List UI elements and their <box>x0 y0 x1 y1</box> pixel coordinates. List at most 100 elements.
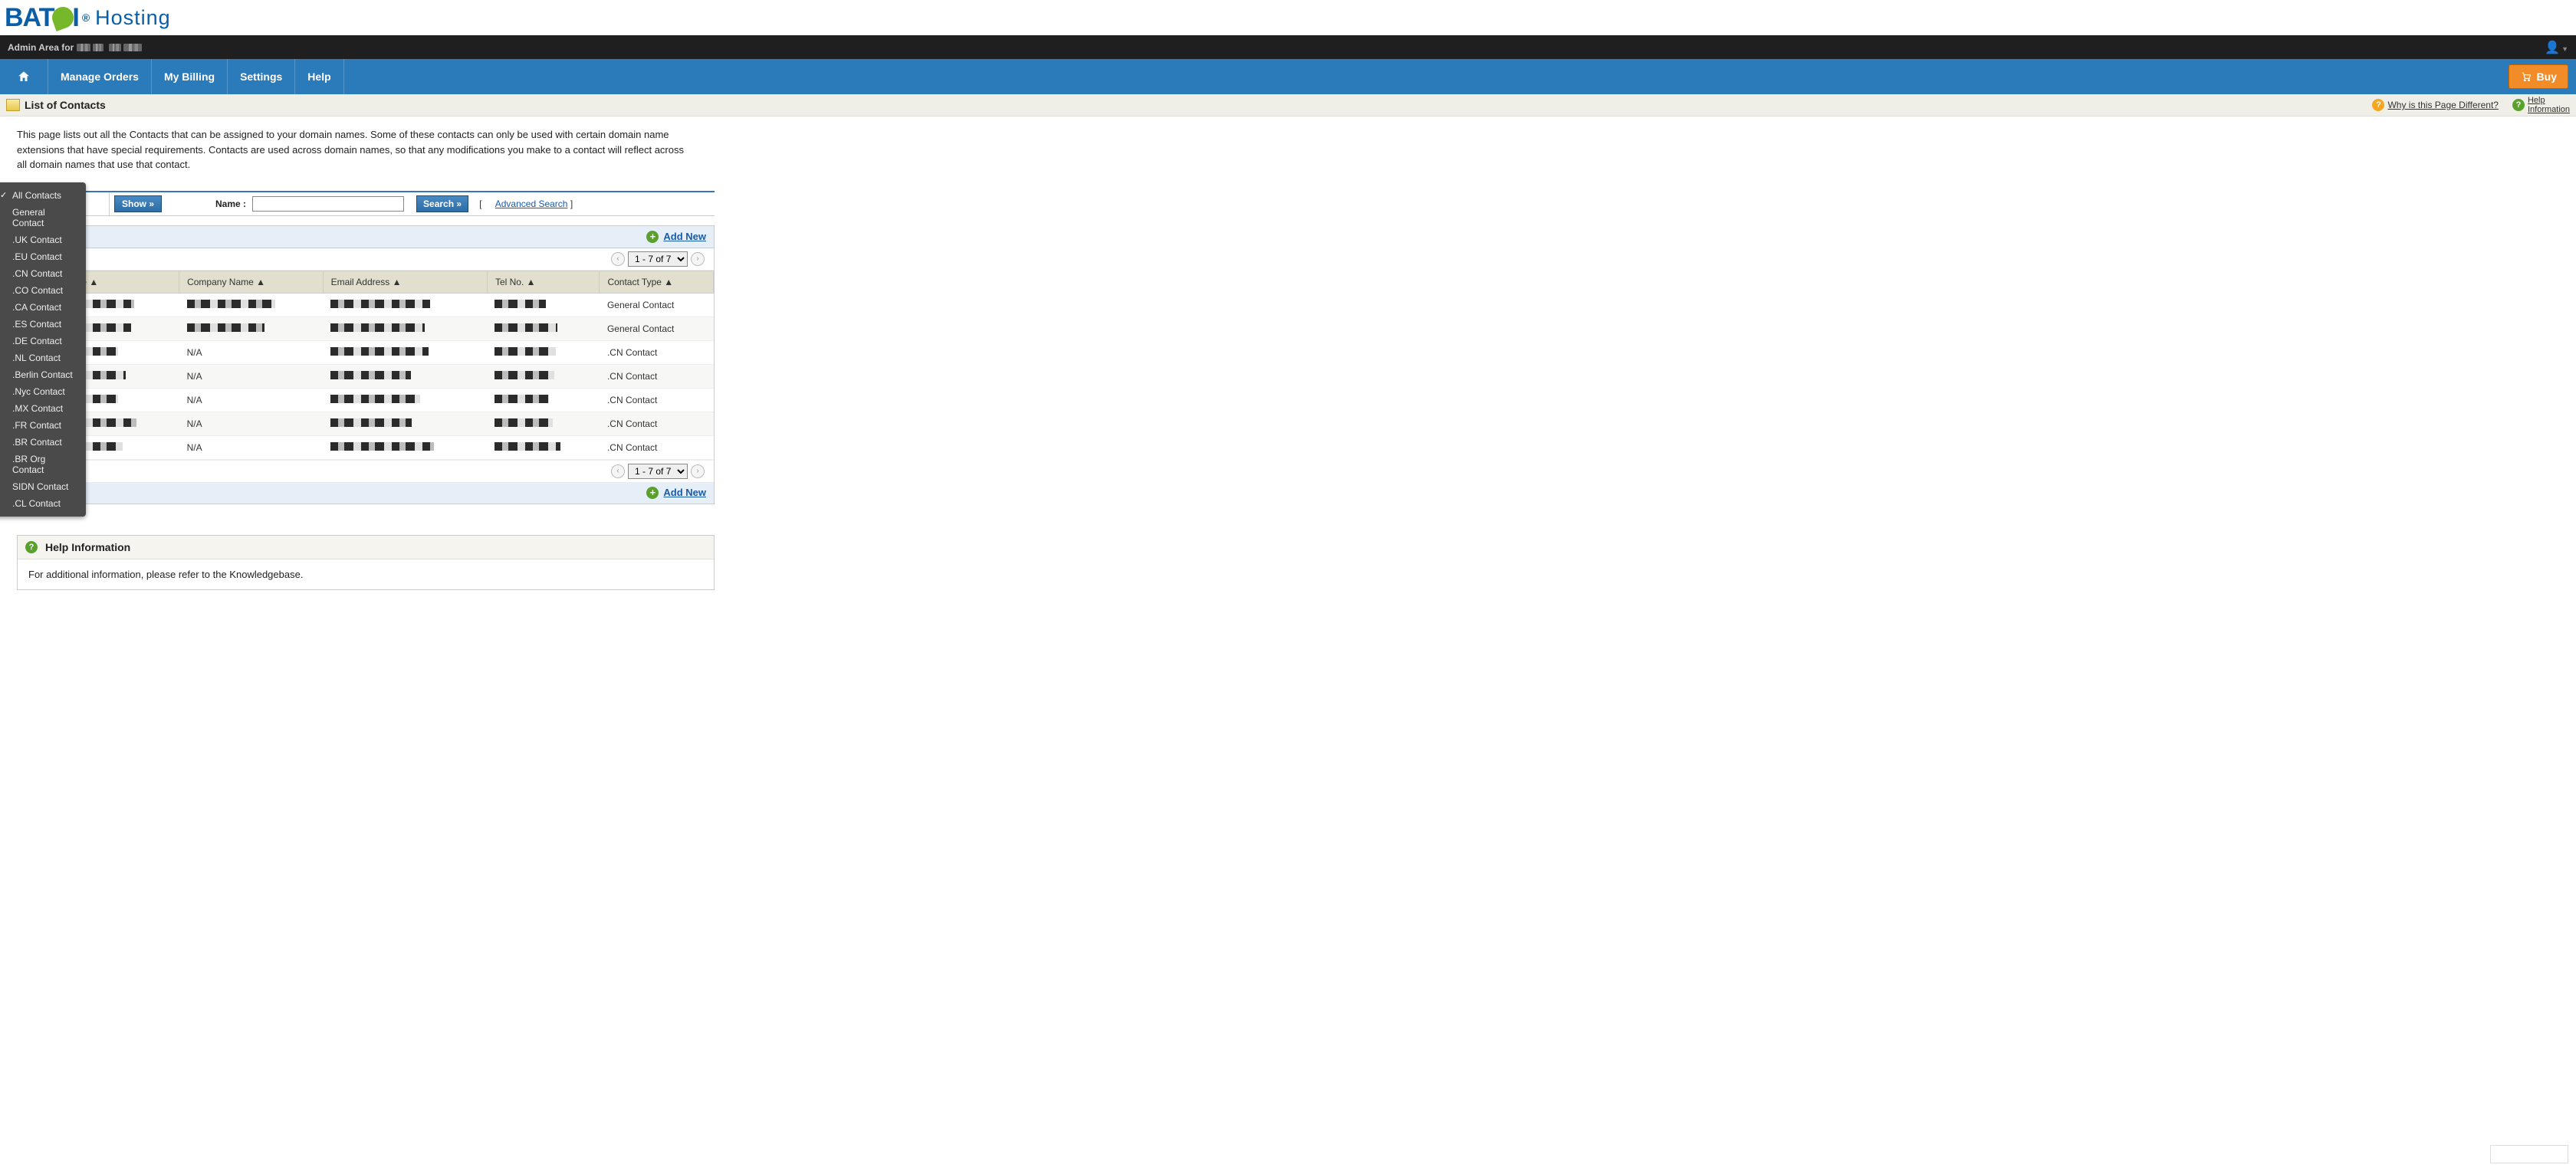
dropdown-option[interactable]: .UK Contact <box>0 231 86 248</box>
contacts-list-panel: cts + Add New ‹ 1 - 7 of 7 › Name ▲ Comp… <box>17 225 715 504</box>
dropdown-option[interactable]: .NL Contact <box>0 349 86 366</box>
search-button[interactable]: Search » <box>416 195 468 212</box>
col-company[interactable]: Company Name ▲ <box>179 271 324 293</box>
pager-next[interactable]: › <box>691 252 705 266</box>
nav-label: My Billing <box>164 71 215 83</box>
redacted-tel <box>495 395 548 403</box>
nav-manage-orders[interactable]: Manage Orders <box>48 59 152 94</box>
cell-company: N/A <box>179 412 324 435</box>
redacted-text <box>123 44 142 51</box>
admin-area-bar: Admin Area for 👤▼ <box>0 35 2576 59</box>
name-input[interactable] <box>252 196 404 212</box>
dropdown-option[interactable]: .MX Contact <box>0 400 86 417</box>
redacted-text <box>109 44 121 51</box>
dropdown-option[interactable]: .Nyc Contact <box>0 383 86 400</box>
table-row[interactable]: N/A.CN Contact <box>18 364 714 388</box>
why-different-link[interactable]: Why is this Page Different? <box>2387 100 2499 110</box>
dropdown-option[interactable]: General Contact <box>0 204 86 231</box>
nav-help[interactable]: Help <box>295 59 343 94</box>
pager-select[interactable]: 1 - 7 of 7 <box>628 251 688 267</box>
dropdown-option[interactable]: .CN Contact <box>0 265 86 282</box>
show-button[interactable]: Show » <box>114 195 162 212</box>
col-tel[interactable]: Tel No. ▲ <box>487 271 600 293</box>
add-icon: + <box>646 487 659 499</box>
redacted-tel <box>495 300 546 308</box>
page-title: List of Contacts <box>6 99 106 111</box>
help-box-title: Help Information <box>45 541 130 553</box>
dropdown-option[interactable]: .CA Contact <box>0 299 86 316</box>
dropdown-option[interactable]: .CO Contact <box>0 282 86 299</box>
search-bar: Show » Name : Search » [ Advanced Search… <box>17 191 715 216</box>
redacted-email <box>330 395 420 403</box>
add-new-link-bottom[interactable]: Add New <box>663 487 706 498</box>
nav-home[interactable] <box>0 59 48 94</box>
admin-area-label: Admin Area for <box>8 42 74 53</box>
advanced-search-link[interactable]: Advanced Search <box>495 198 568 209</box>
cell-contact-type: .CN Contact <box>600 435 714 459</box>
brand-suffix: Hosting <box>95 6 171 30</box>
list-header: cts + Add New <box>18 226 714 248</box>
dropdown-option[interactable]: .DE Contact <box>0 333 86 349</box>
redacted-company <box>187 323 265 332</box>
cell-contact-type: General Contact <box>600 293 714 317</box>
redacted-tel <box>495 371 554 379</box>
dropdown-option[interactable]: .ES Contact <box>0 316 86 333</box>
pager-prev[interactable]: ‹ <box>611 464 625 478</box>
nav-label: Help <box>307 71 330 83</box>
dropdown-option[interactable]: SIDN Contact <box>0 478 86 495</box>
add-new-link[interactable]: Add New <box>663 231 706 242</box>
pager-prev[interactable]: ‹ <box>611 252 625 266</box>
contacts-table: Name ▲ Company Name ▲ Email Address ▲ Te… <box>18 271 714 460</box>
table-row[interactable]: N/A.CN Contact <box>18 412 714 435</box>
redacted-text <box>77 44 90 51</box>
scroll-hint-box <box>2490 1145 2568 1163</box>
help-link[interactable]: Help <box>2528 96 2570 105</box>
table-row[interactable]: General Contact <box>18 317 714 340</box>
pager-select[interactable]: 1 - 7 of 7 <box>628 464 688 479</box>
contact-type-dropdown[interactable]: All ContactsGeneral Contact.UK Contact.E… <box>0 182 86 517</box>
dropdown-option[interactable]: .FR Contact <box>0 417 86 434</box>
help-information-box: ? Help Information For additional inform… <box>17 535 715 590</box>
registered-mark: ® <box>82 11 89 24</box>
dropdown-option[interactable]: .CL Contact <box>0 495 86 512</box>
cell-company: N/A <box>179 388 324 412</box>
dropdown-option[interactable]: All Contacts <box>0 187 86 204</box>
table-row[interactable]: N/A .CN Contact <box>18 388 714 412</box>
dropdown-option[interactable]: .EU Contact <box>0 248 86 265</box>
redacted-email <box>330 418 412 427</box>
cell-contact-type: General Contact <box>600 317 714 340</box>
cell-company: N/A <box>179 364 324 388</box>
nav-label: Settings <box>240 71 282 83</box>
redacted-email <box>330 323 425 332</box>
redacted-email <box>330 347 429 356</box>
pager-next[interactable]: › <box>691 464 705 478</box>
help-icon: ? <box>25 541 38 553</box>
dropdown-option[interactable]: .BR Org Contact <box>0 451 86 478</box>
pager-bottom: ‹ 1 - 7 of 7 › <box>18 460 714 482</box>
nav-my-billing[interactable]: My Billing <box>152 59 228 94</box>
user-icon[interactable]: 👤▼ <box>2545 40 2568 55</box>
cell-contact-type: .CN Contact <box>600 388 714 412</box>
nav-settings[interactable]: Settings <box>228 59 295 94</box>
col-email[interactable]: Email Address ▲ <box>323 271 487 293</box>
redacted-email <box>330 371 411 379</box>
dropdown-option[interactable]: .BR Contact <box>0 434 86 451</box>
folder-icon <box>6 99 20 111</box>
table-row[interactable]: N/A .CN Contact <box>18 435 714 459</box>
cell-company: N/A <box>179 435 324 459</box>
help-icon: ? <box>2512 99 2525 111</box>
page-title-bar: List of Contacts ? Why is this Page Diff… <box>0 94 2576 116</box>
help-information-link[interactable]: Information <box>2528 105 2570 114</box>
add-icon: + <box>646 231 659 243</box>
dropdown-option[interactable]: .Berlin Contact <box>0 366 86 383</box>
buy-button[interactable]: Buy <box>2509 64 2568 89</box>
table-row[interactable]: N/A.CN Contact <box>18 340 714 364</box>
redacted-tel <box>495 347 555 356</box>
redacted-text <box>93 44 104 51</box>
brand-logo: BATI® <box>5 3 89 33</box>
col-type[interactable]: Contact Type ▲ <box>600 271 714 293</box>
table-row[interactable]: General Contact <box>18 293 714 317</box>
redacted-tel <box>495 418 553 427</box>
pager-top: ‹ 1 - 7 of 7 › <box>18 248 714 271</box>
leaf-icon <box>49 4 77 31</box>
